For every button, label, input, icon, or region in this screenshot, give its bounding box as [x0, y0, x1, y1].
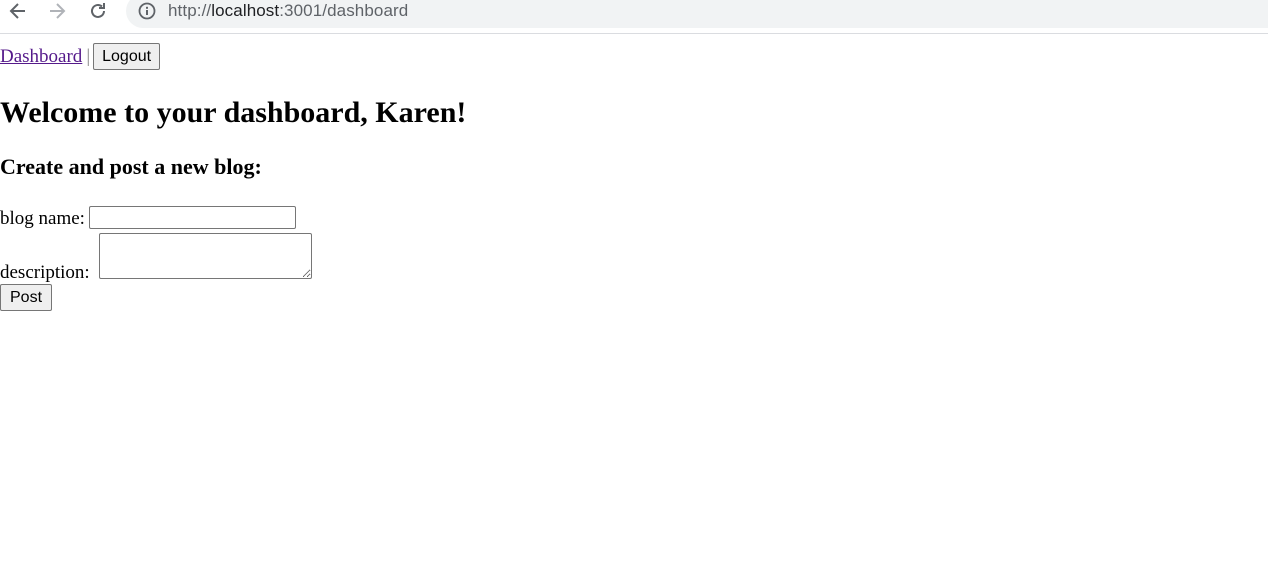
post-button[interactable]: Post: [0, 284, 53, 311]
url-path: :3001/dashboard: [279, 1, 409, 20]
info-icon[interactable]: [137, 1, 157, 21]
browser-toolbar: http://localhost:3001/dashboard: [0, 0, 1268, 34]
back-button[interactable]: [6, 0, 30, 22]
back-arrow-icon: [9, 3, 25, 19]
top-nav: Dashboard | Logout: [0, 43, 161, 71]
url-scheme: http://: [168, 1, 212, 20]
logout-button[interactable]: Logout: [93, 43, 161, 70]
reload-button[interactable]: [86, 0, 110, 22]
blog-name-label: blog name:: [0, 208, 85, 229]
dashboard-link[interactable]: Dashboard: [0, 46, 82, 67]
description-label: description:: [0, 262, 90, 283]
form-heading: Create and post a new blog:: [0, 154, 262, 179]
nav-separator: |: [86, 46, 91, 67]
forward-arrow-icon: [50, 3, 66, 19]
blog-name-row: blog name:: [0, 206, 296, 232]
page-content: Dashboard | Logout Welcome to your dashboa…: [0, 34, 1268, 582]
reload-icon: [91, 3, 105, 18]
description-textarea[interactable]: [99, 233, 312, 279]
blog-name-input[interactable]: [88, 206, 296, 229]
url-text[interactable]: http://localhost:3001/dashboard: [168, 0, 408, 22]
url-host: localhost: [211, 1, 280, 20]
page-title: Welcome to your dashboard, Karen!: [0, 96, 467, 129]
forward-button[interactable]: [45, 0, 69, 22]
